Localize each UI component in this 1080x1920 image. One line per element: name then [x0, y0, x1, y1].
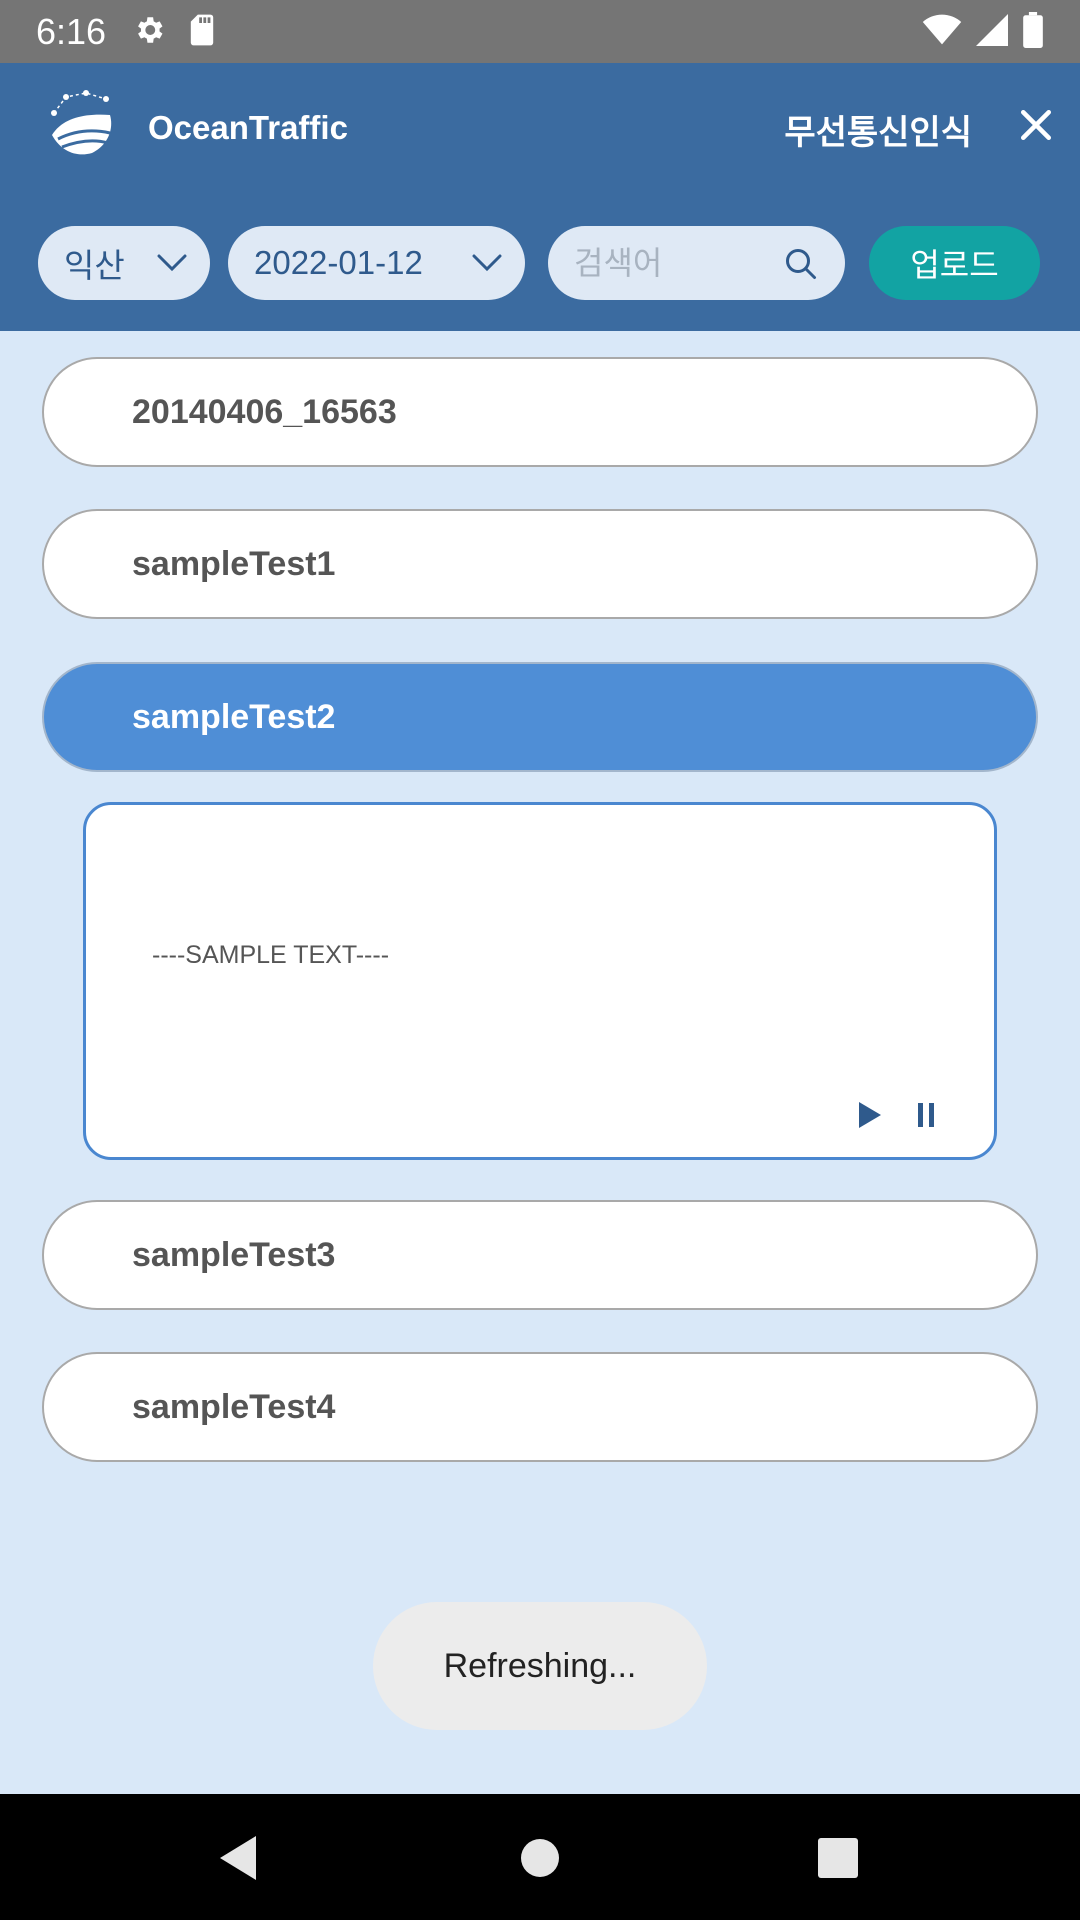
app-name: OceanTraffic	[148, 109, 348, 146]
sd-card-icon	[188, 13, 216, 51]
pause-icon	[916, 1102, 936, 1132]
play-icon	[857, 1101, 883, 1133]
detail-text: ----SAMPLE TEXT----	[152, 941, 390, 969]
back-button[interactable]	[208, 1830, 268, 1890]
list-item[interactable]: 20140406_16563	[42, 357, 1038, 467]
upload-button[interactable]: 업로드	[869, 226, 1040, 300]
play-button[interactable]	[854, 1101, 886, 1133]
brand: OceanTraffic	[48, 89, 348, 167]
settings-icon	[132, 13, 166, 51]
region-select-value: 익산	[64, 247, 125, 284]
battery-icon	[1022, 11, 1044, 52]
list-item-label: sampleTest4	[132, 1387, 336, 1426]
list-item[interactable]: sampleTest1	[42, 509, 1038, 619]
pause-button[interactable]	[910, 1101, 942, 1133]
home-button[interactable]	[510, 1830, 570, 1890]
search-icon[interactable]	[783, 246, 819, 286]
list-item-label: 20140406_16563	[132, 392, 397, 431]
list-item-label: sampleTest2	[132, 697, 336, 736]
list-item-label: sampleTest1	[132, 544, 336, 583]
search-input[interactable]	[574, 244, 774, 282]
status-time: 6:16	[36, 10, 107, 52]
search-box	[548, 226, 845, 300]
status-bar: 6:16	[0, 0, 1080, 63]
recents-button[interactable]	[808, 1830, 868, 1890]
close-icon	[1019, 108, 1053, 146]
region-select[interactable]: 익산	[38, 226, 210, 300]
ship-logo-icon	[48, 89, 122, 167]
list-item[interactable]: sampleTest4	[42, 1352, 1038, 1462]
signal-icon	[976, 13, 1008, 50]
toast: Refreshing...	[373, 1602, 707, 1730]
wifi-icon	[922, 14, 962, 50]
list-item[interactable]: sampleTest3	[42, 1200, 1038, 1310]
close-button[interactable]	[1012, 103, 1060, 151]
home-icon	[520, 1838, 560, 1882]
date-select[interactable]: 2022-01-12	[228, 226, 525, 300]
chevron-down-icon	[471, 250, 503, 278]
list-item-label: sampleTest3	[132, 1235, 336, 1274]
app-header: OceanTraffic 무선통신인식 익산 2022-01-12 업로드	[0, 63, 1080, 331]
page-title: 무선통신인식	[784, 113, 972, 153]
recents-icon	[817, 1837, 859, 1883]
detail-card: ----SAMPLE TEXT----	[83, 802, 997, 1160]
chevron-down-icon	[156, 250, 188, 278]
list-item-selected[interactable]: sampleTest2	[42, 662, 1038, 772]
toast-text: Refreshing...	[443, 1646, 637, 1685]
nav-bar	[0, 1794, 1080, 1920]
date-select-value: 2022-01-12	[254, 244, 423, 281]
back-icon	[216, 1834, 260, 1886]
